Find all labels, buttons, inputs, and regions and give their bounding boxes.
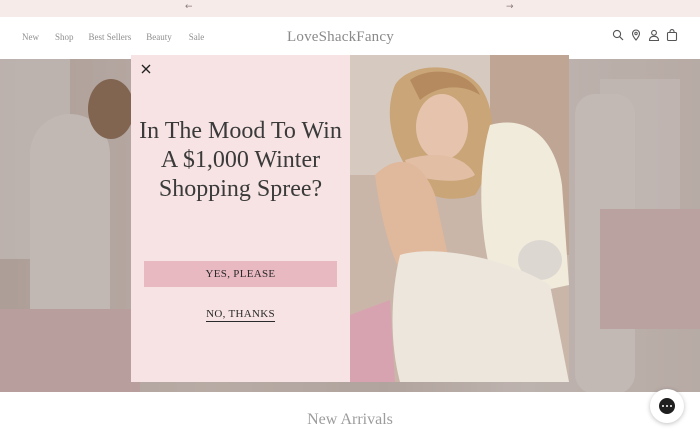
site-header: New Shop Best Sellers Beauty Sale LoveSh… — [0, 17, 700, 59]
model-photo — [350, 55, 569, 382]
header-icons — [612, 29, 678, 41]
shopping-bag-icon[interactable] — [666, 29, 678, 41]
section-title: New Arrivals — [307, 411, 393, 428]
yes-please-button[interactable]: YES, PLEASE — [144, 261, 337, 287]
account-icon[interactable] — [648, 29, 660, 41]
location-pin-icon[interactable] — [630, 29, 642, 41]
site-logo[interactable]: LoveShackFancy — [287, 29, 394, 46]
modal-content: In The Mood To Win A $1,000 Winter Shopp… — [131, 55, 350, 382]
nav-item-new[interactable]: New — [22, 32, 39, 42]
no-thanks-link[interactable]: NO, THANKS — [206, 308, 275, 322]
nav-item-beauty[interactable]: Beauty — [146, 32, 172, 42]
arrow-right-icon[interactable]: → — [506, 2, 514, 12]
nav-item-best-sellers[interactable]: Best Sellers — [89, 32, 132, 42]
modal-headline: In The Mood To Win A $1,000 Winter Shopp… — [139, 118, 342, 202]
promo-modal: In The Mood To Win A $1,000 Winter Shopp… — [131, 55, 569, 382]
chat-bubble-icon — [659, 398, 675, 414]
no-thanks-wrapper: NO, THANKS — [131, 302, 350, 322]
nav-item-sale[interactable]: Sale — [189, 32, 205, 42]
main-nav: New Shop Best Sellers Beauty Sale — [22, 32, 204, 42]
nav-item-shop[interactable]: Shop — [55, 32, 74, 42]
announcement-bar: ← → — [0, 0, 700, 17]
chat-icon[interactable] — [650, 389, 684, 423]
search-icon[interactable] — [612, 29, 624, 41]
model-illustration — [350, 55, 569, 382]
close-icon[interactable] — [140, 63, 152, 75]
arrow-left-icon[interactable]: ← — [185, 2, 193, 12]
